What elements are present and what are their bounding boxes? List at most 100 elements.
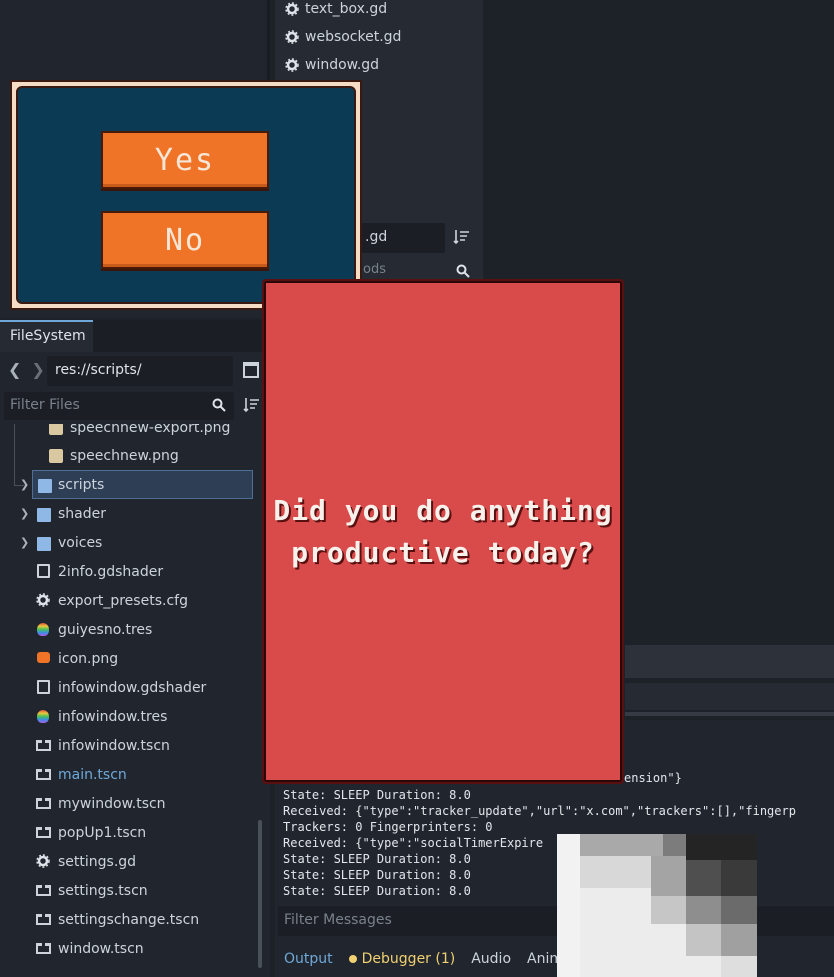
gear-icon [285,30,299,44]
tab-debugger[interactable]: Debugger (1) [348,950,456,967]
dialog-question-line: productive today? [291,536,595,569]
list-item[interactable]: infowindow.gdshader [0,673,262,702]
list-item[interactable]: window.tscn [0,934,262,963]
script-list-item[interactable]: window.gd [285,52,379,78]
script-list-label: text_box.gd [305,1,388,17]
script-list-item[interactable]: websocket.gd [285,24,401,50]
filter-files-input[interactable]: Filter Files [4,392,234,420]
file-label: settings.gd [58,853,137,870]
godot-icon [37,652,50,663]
file-label: speechnew-export.png [70,424,231,436]
file-label: mywindow.tscn [58,795,166,812]
split-mode-icon[interactable] [243,362,259,378]
list-item[interactable]: ❯ shader [0,499,262,528]
list-item[interactable]: guiyesno.tres [0,615,262,644]
sort-icon[interactable] [243,396,261,418]
log-line: ension"} [624,771,682,785]
list-item[interactable]: infowindow.tscn [0,731,262,760]
tab-audio[interactable]: Audio [471,951,511,967]
log-line: State: SLEEP Duration: 8.0 [283,884,471,898]
list-item[interactable]: settings.gd [0,847,262,876]
list-item[interactable]: main.tscn [0,760,262,789]
gear-icon [36,854,50,868]
list-item[interactable]: 2info.gdshader [0,557,262,586]
dialog-question-line: Did you do anything [273,494,613,527]
shader-icon [37,680,50,694]
file-label: popUp1.tscn [58,824,147,841]
yes-no-popup [16,86,356,304]
tab-output[interactable]: Output [284,951,333,967]
scene-icon [36,943,51,954]
tab-debugger-label: Debugger (1) [361,950,456,967]
log-line: State: SLEEP Duration: 8.0 [283,852,471,866]
gear-icon [285,2,299,16]
file-label: main.tscn [58,766,127,783]
scene-icon [36,914,51,925]
folder-icon [38,479,52,493]
file-label: window.tscn [58,940,144,957]
warning-dot-icon [348,954,357,963]
no-button[interactable]: No [101,211,269,269]
list-item[interactable]: settingschange.tscn [0,905,262,934]
file-label: speechnew.png [70,447,179,464]
png-icon [49,448,63,463]
log-line: Received: {"type":"tracker_update","url"… [283,804,796,818]
gear-icon [285,58,299,72]
file-label: infowindow.tscn [58,737,170,754]
list-item[interactable]: infowindow.tres [0,702,262,731]
list-item[interactable]: mywindow.tscn [0,789,262,818]
file-label: settings.tscn [58,882,148,899]
resource-icon [37,710,49,723]
file-label: icon.png [58,650,119,667]
file-label: settingschange.tscn [58,911,200,928]
filesystem-scrollbar[interactable] [258,820,262,968]
file-label: voices [58,534,103,551]
list-item[interactable]: export_presets.cfg [0,586,262,615]
output-header [625,645,834,678]
file-label: guiyesno.tres [58,621,153,638]
shader-icon [37,564,50,578]
chevron-right-icon[interactable]: ❯ [20,479,30,490]
log-line: Received: {"type":"socialTimerExpire [283,836,544,850]
folder-icon [37,537,51,551]
file-label: scripts [58,476,105,493]
list-item[interactable]: speechnew.png [0,441,262,470]
path-input[interactable]: res://scripts/ [47,356,233,386]
scene-icon [36,740,51,751]
output-divider[interactable] [625,712,834,716]
script-list-label: window.gd [305,57,380,73]
yes-button[interactable]: Yes [101,131,269,189]
list-item[interactable]: ❯ voices [0,528,262,557]
list-item[interactable]: speechnew-export.png [0,424,262,442]
filesystem-tree: speechnew-export.png speechnew.png scrip… [0,424,262,972]
dialog-question: Did you do anything productive today? [266,490,620,574]
chevron-right-icon[interactable]: ❯ [20,537,30,548]
search-icon [212,398,226,416]
resource-icon [37,623,49,636]
log-line: State: SLEEP Duration: 8.0 [283,788,471,802]
scene-icon [36,769,51,780]
list-item-selected[interactable]: scripts [32,470,253,499]
file-label: shader [58,505,107,522]
sort-icon[interactable] [453,228,475,248]
forward-arrow-icon[interactable]: ❯ [31,360,44,382]
chevron-right-icon[interactable]: ❯ [20,508,30,519]
file-label: export_presets.cfg [58,592,188,609]
png-icon [49,424,63,435]
list-item[interactable]: popUp1.tscn [0,818,262,847]
script-list-label: websocket.gd [305,29,402,45]
list-item[interactable]: icon.png [0,644,262,673]
list-item[interactable]: settings.tscn [0,876,262,905]
file-label: 2info.gdshader [58,563,164,580]
file-label: infowindow.gdshader [58,679,207,696]
log-line: Trackers: 0 Fingerprinters: 0 [283,820,493,834]
output-toolbar [625,683,834,710]
scene-icon [36,885,51,896]
back-arrow-icon[interactable]: ❮ [8,360,21,382]
script-filter-input[interactable]: .gd [355,223,445,253]
scene-icon [36,827,51,838]
file-label: infowindow.tres [58,708,168,725]
tab-filesystem[interactable]: FileSystem [0,320,93,352]
script-list-item[interactable]: text_box.gd [285,0,387,22]
log-line: State: SLEEP Duration: 8.0 [283,868,471,882]
